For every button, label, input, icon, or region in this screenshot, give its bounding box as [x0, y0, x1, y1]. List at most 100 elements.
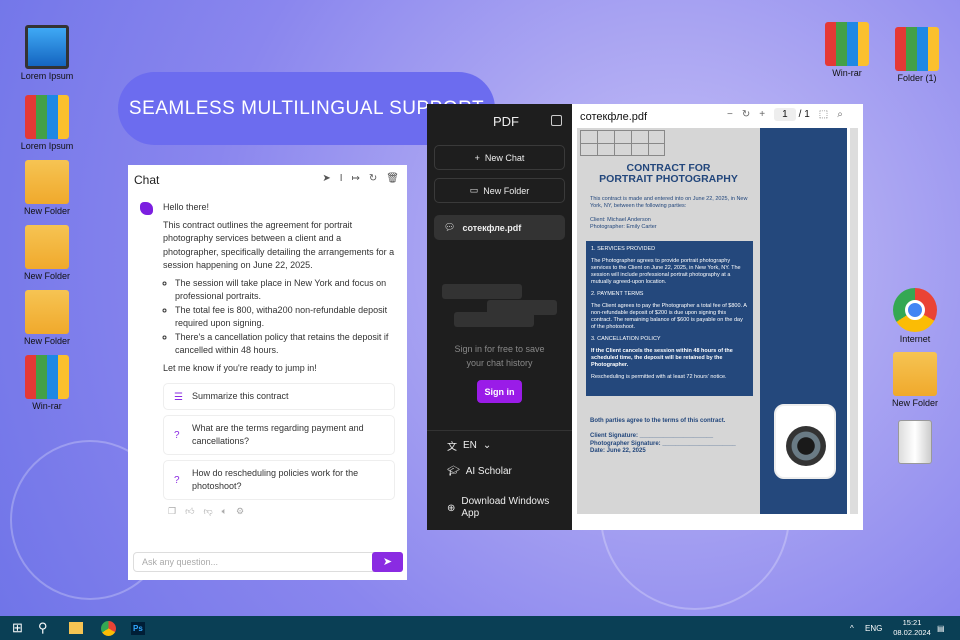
icon-label: New Folder [23, 271, 70, 281]
link-label: Download Windows App [461, 496, 550, 519]
clock[interactable]: 15:21 08.02.2024 [893, 618, 931, 638]
signature-date: Date: June 22, 2025 [590, 448, 646, 454]
assistant-message: Hello there! This contract outlines the … [163, 201, 399, 379]
suggestion-rescheduling[interactable]: ? How do rescheduling policies work for t… [163, 460, 395, 500]
desktop-icon-folder[interactable]: New Folder [15, 225, 79, 281]
question-bubble-icon: ? [174, 430, 180, 441]
thumbs-down-icon[interactable]: 👎︎ [203, 506, 212, 517]
rotate-icon[interactable]: ↻ [742, 109, 750, 120]
list-item: The session will take place in New York … [175, 277, 399, 304]
section-heading: 3. CANCELLATION POLICY [591, 336, 661, 342]
notifications-icon[interactable]: ▤ [937, 619, 945, 637]
download-app-link[interactable]: ⊕ Download Windows App [447, 496, 557, 520]
intro-text: This contract outlines the agreement for… [163, 219, 395, 271]
text-cursor-icon[interactable]: I [340, 173, 343, 184]
send-icon[interactable]: ➤ [322, 173, 330, 184]
doc-intro: This contract is made and entered into o… [590, 196, 755, 231]
agreement-text: Both parties agree to the terms of this … [590, 418, 726, 424]
zoom-in-icon[interactable]: + [759, 109, 765, 120]
desktop-icon-internet[interactable]: Internet [883, 288, 947, 344]
language-selector[interactable]: 文 EN ⌄ [447, 438, 491, 453]
recycle-bin[interactable] [883, 420, 947, 466]
app-logo: PDF [493, 114, 519, 129]
desktop-icon-computer[interactable]: Lorem Ipsum [15, 25, 79, 81]
pdf-app-window: PDF + New Chat ▭ New Folder 💬︎ сотекфле.pdf… [427, 104, 863, 530]
search-icon[interactable]: ⚲ [38, 619, 48, 637]
section-text: Rescheduling is permitted with at least … [591, 374, 727, 380]
divider [427, 430, 572, 431]
pdf-viewer: сотекфле.pdf − ↻ + 1/ 1 ⬚ ⌕ CONTRACT FOR POR… [572, 104, 863, 530]
desktop-icon-folder[interactable]: New Folder [15, 290, 79, 346]
refresh-icon[interactable]: ↻ [369, 173, 377, 184]
icon-label: Internet [899, 334, 931, 344]
icon-label: Win-rar [832, 68, 862, 78]
winrar-icon [25, 355, 69, 399]
grid-decoration [580, 130, 665, 156]
page-number-input[interactable]: 1 [774, 108, 796, 121]
settings-icon[interactable]: ⚙ [236, 506, 244, 517]
icon-label: Folder (1) [897, 73, 937, 83]
language-label: EN [463, 440, 477, 451]
terms-box: 1. SERVICES PROVIDED The Photographer agr… [586, 241, 753, 396]
trash-icon[interactable]: 🗑 [386, 173, 399, 184]
tray-expand-icon[interactable]: ^ [850, 619, 854, 637]
question-bubble-icon: ? [174, 475, 180, 486]
zoom-out-icon[interactable]: − [727, 109, 733, 120]
doc-title: CONTRACT FOR PORTRAIT PHOTOGRAPHY [577, 163, 760, 185]
document-title: сотекфле.pdf [580, 111, 648, 123]
search-icon[interactable]: ⌕ [837, 109, 843, 120]
copy-icon[interactable]: ❐ [168, 506, 176, 517]
chrome-icon [893, 288, 937, 332]
export-icon[interactable]: ↦ [352, 173, 360, 184]
desktop-icon-folder[interactable]: New Folder [15, 160, 79, 216]
folder-plus-icon: ▭ [469, 185, 479, 195]
graduation-cap-icon: 🎓︎ [447, 466, 460, 477]
new-folder-button[interactable]: ▭ New Folder [434, 178, 565, 203]
button-label: New Folder [483, 185, 530, 196]
binder-icon [895, 27, 939, 71]
desktop-icon-folder[interactable]: New Folder [883, 352, 947, 408]
section-heading: 1. SERVICES PROVIDED [591, 246, 656, 252]
desktop-icon-winrar[interactable]: Win-rar [15, 355, 79, 411]
section-text: The Client agrees to pay the Photographe… [591, 303, 747, 330]
ask-input[interactable]: Ask any question... [133, 552, 403, 572]
sidebar: PDF + New Chat ▭ New Folder 💬︎ сотекфле.pdf… [427, 104, 572, 530]
clock-time: 15:21 [902, 618, 922, 627]
file-explorer-icon[interactable] [69, 619, 83, 637]
send-button[interactable]: ➤ [372, 552, 403, 572]
sign-in-button[interactable]: Sign in [477, 380, 522, 403]
sidebar-toggle-icon[interactable] [551, 115, 562, 126]
translate-icon: 文 [447, 442, 457, 453]
windows-start-icon[interactable]: ⊞ [12, 619, 23, 637]
new-chat-button[interactable]: + New Chat [434, 145, 565, 170]
sign-in-message: Sign in for free to save your chat histo… [454, 344, 545, 368]
folder-icon [25, 225, 69, 269]
photographer-name: Photographer: Emily Carter [590, 224, 657, 230]
desktop-icon-winrar[interactable]: Win-rar [815, 22, 879, 78]
message-actions: ❐ 👍︎ 👎︎ 🔈︎ ⚙ [168, 506, 244, 517]
thumbs-up-icon[interactable]: 👍︎ [185, 506, 194, 517]
photoshop-icon[interactable]: Ps [131, 619, 145, 637]
desktop-icon-folder1[interactable]: Folder (1) [885, 27, 949, 83]
select-icon[interactable]: ⬚ [819, 109, 828, 120]
doc-title-line: PORTRAIT PHOTOGRAPHY [599, 173, 738, 185]
ai-scholar-link[interactable]: 🎓︎ AI Scholar [447, 466, 512, 477]
chat-history-item[interactable]: 💬︎ сотекфле.pdf [434, 215, 565, 240]
icon-label: New Folder [891, 398, 938, 408]
chrome-icon[interactable] [101, 619, 116, 637]
language-indicator[interactable]: ENG [865, 619, 882, 637]
page-total: / 1 [798, 109, 810, 120]
suggestion-summarize[interactable]: ☰ Summarize this contract [163, 383, 395, 410]
section-text: If the Client cancels the session within… [591, 348, 733, 368]
client-name: Client: Michael Anderson [590, 217, 651, 223]
icon-label: Lorem Ipsum [20, 141, 74, 151]
suggestion-payment[interactable]: ? What are the terms regarding payment an… [163, 415, 395, 455]
chat-panel: Chat ➤ I ↦ ↻ 🗑 Hello there! This contract ou… [128, 165, 407, 580]
scrollbar[interactable] [850, 128, 858, 514]
client-signature: Client Signature: ______________________ [590, 433, 714, 439]
desktop-icon-binder[interactable]: Lorem Ipsum [15, 95, 79, 151]
folder-icon [25, 290, 69, 334]
file-name: сотекфле.pdf [462, 222, 522, 233]
winrar-icon [825, 22, 869, 66]
speaker-icon[interactable]: 🔈︎ [222, 506, 227, 517]
